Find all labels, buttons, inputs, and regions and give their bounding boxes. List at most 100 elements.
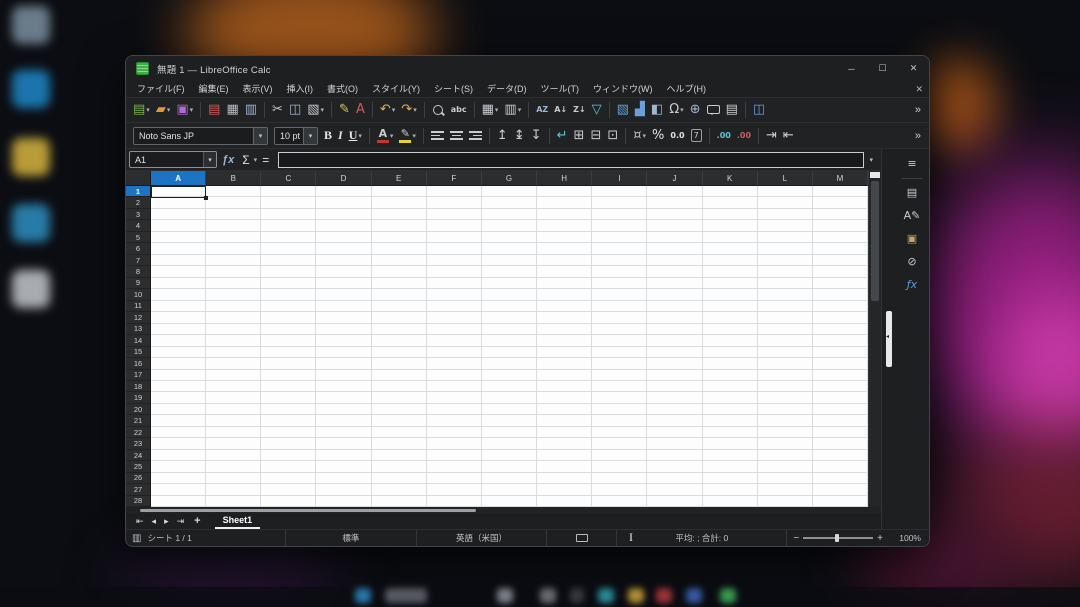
cell-G13[interactable] xyxy=(482,324,537,335)
cell-B24[interactable] xyxy=(206,450,261,461)
cell-M20[interactable] xyxy=(813,404,868,415)
cell-M22[interactable] xyxy=(813,427,868,438)
menu-item-2[interactable]: 編集(E) xyxy=(192,81,236,98)
cell-D4[interactable] xyxy=(316,220,371,231)
cell-F23[interactable] xyxy=(427,438,482,449)
cell-I12[interactable] xyxy=(592,312,647,323)
cell-G19[interactable] xyxy=(482,392,537,403)
print-icon[interactable]: ▦ xyxy=(224,100,240,120)
cell-F25[interactable] xyxy=(427,461,482,472)
row-header-20[interactable]: 20 xyxy=(126,404,151,415)
cell-G22[interactable] xyxy=(482,427,537,438)
cell-I23[interactable] xyxy=(592,438,647,449)
cut-icon[interactable]: ✂ xyxy=(270,100,285,120)
cell-C1[interactable] xyxy=(261,186,316,197)
cell-I9[interactable] xyxy=(592,278,647,289)
cell-B21[interactable] xyxy=(206,415,261,426)
cell-K18[interactable] xyxy=(703,381,758,392)
column-header-E[interactable]: E xyxy=(372,171,427,186)
row-header-22[interactable]: 22 xyxy=(126,427,151,438)
expand-formula-bar-icon[interactable]: ▾ xyxy=(864,156,878,164)
cell-L1[interactable] xyxy=(758,186,813,197)
menu-item-6[interactable]: スタイル(Y) xyxy=(365,81,427,98)
cell-B19[interactable] xyxy=(206,392,261,403)
cell-F18[interactable] xyxy=(427,381,482,392)
cell-I11[interactable] xyxy=(592,301,647,312)
cell-K15[interactable] xyxy=(703,347,758,358)
cell-G25[interactable] xyxy=(482,461,537,472)
toolbar-overflow-button[interactable]: » xyxy=(915,104,925,116)
cell-L12[interactable] xyxy=(758,312,813,323)
minimize-button[interactable]: ─ xyxy=(836,56,867,81)
cell-G15[interactable] xyxy=(482,347,537,358)
cell-K12[interactable] xyxy=(703,312,758,323)
row-header-4[interactable]: 4 xyxy=(126,220,151,231)
cell-D12[interactable] xyxy=(316,312,371,323)
zoom-out-icon[interactable]: − xyxy=(793,533,799,544)
cell-H25[interactable] xyxy=(537,461,592,472)
cell-C26[interactable] xyxy=(261,473,316,484)
cell-M18[interactable] xyxy=(813,381,868,392)
cell-F28[interactable] xyxy=(427,496,482,507)
cell-L27[interactable] xyxy=(758,484,813,495)
cell-M12[interactable] xyxy=(813,312,868,323)
row-header-3[interactable]: 3 xyxy=(126,209,151,220)
chevron-down-icon[interactable]: ▾ xyxy=(358,132,362,140)
cell-A17[interactable] xyxy=(151,370,206,381)
cell-C18[interactable] xyxy=(261,381,316,392)
align-left-icon[interactable] xyxy=(429,126,446,146)
column-header-G[interactable]: G xyxy=(482,171,537,186)
cell-K7[interactable] xyxy=(703,255,758,266)
cell-H23[interactable] xyxy=(537,438,592,449)
cell-K4[interactable] xyxy=(703,220,758,231)
cell-J6[interactable] xyxy=(647,243,702,254)
cell-D24[interactable] xyxy=(316,450,371,461)
cell-M2[interactable] xyxy=(813,197,868,208)
insert-chart-icon[interactable]: ▟ xyxy=(633,100,647,120)
cell-J15[interactable] xyxy=(647,347,702,358)
column-header-K[interactable]: K xyxy=(703,171,758,186)
select-all-corner[interactable] xyxy=(126,171,151,186)
cell-D6[interactable] xyxy=(316,243,371,254)
cell-I5[interactable] xyxy=(592,232,647,243)
cell-E25[interactable] xyxy=(372,461,427,472)
cell-B12[interactable] xyxy=(206,312,261,323)
cell-J28[interactable] xyxy=(647,496,702,507)
cell-J21[interactable] xyxy=(647,415,702,426)
cell-F19[interactable] xyxy=(427,392,482,403)
cell-J19[interactable] xyxy=(647,392,702,403)
cell-L14[interactable] xyxy=(758,335,813,346)
cell-I26[interactable] xyxy=(592,473,647,484)
row-header-11[interactable]: 11 xyxy=(126,301,151,312)
cell-H18[interactable] xyxy=(537,381,592,392)
chevron-down-icon[interactable]: ▾ xyxy=(643,132,647,140)
cell-J27[interactable] xyxy=(647,484,702,495)
cell-L2[interactable] xyxy=(758,197,813,208)
cell-H10[interactable] xyxy=(537,289,592,300)
align-bottom-icon[interactable]: ↧ xyxy=(529,126,544,146)
number-format-icon[interactable]: 0.0 xyxy=(668,126,686,146)
cell-C10[interactable] xyxy=(261,289,316,300)
cell-E1[interactable] xyxy=(372,186,427,197)
decrease-indent-icon[interactable]: ⇤ xyxy=(781,126,796,146)
autofilter-icon[interactable]: ▽ xyxy=(590,100,604,120)
cell-M14[interactable] xyxy=(813,335,868,346)
cell-C4[interactable] xyxy=(261,220,316,231)
menu-item-7[interactable]: シート(S) xyxy=(427,81,480,98)
cell-E24[interactable] xyxy=(372,450,427,461)
chevron-down-icon[interactable]: ▾ xyxy=(392,106,396,114)
paste-icon[interactable]: ▧▾ xyxy=(305,100,326,120)
cell-H7[interactable] xyxy=(537,255,592,266)
sort-ascending-icon[interactable]: A↓ xyxy=(552,100,569,120)
cell-C9[interactable] xyxy=(261,278,316,289)
cell-J11[interactable] xyxy=(647,301,702,312)
cell-F2[interactable] xyxy=(427,197,482,208)
print-preview-icon[interactable]: ▥ xyxy=(243,100,259,120)
cell-J12[interactable] xyxy=(647,312,702,323)
cell-H28[interactable] xyxy=(537,496,592,507)
cell-L9[interactable] xyxy=(758,278,813,289)
cell-A18[interactable] xyxy=(151,381,206,392)
cell-K13[interactable] xyxy=(703,324,758,335)
cell-K25[interactable] xyxy=(703,461,758,472)
cell-I7[interactable] xyxy=(592,255,647,266)
